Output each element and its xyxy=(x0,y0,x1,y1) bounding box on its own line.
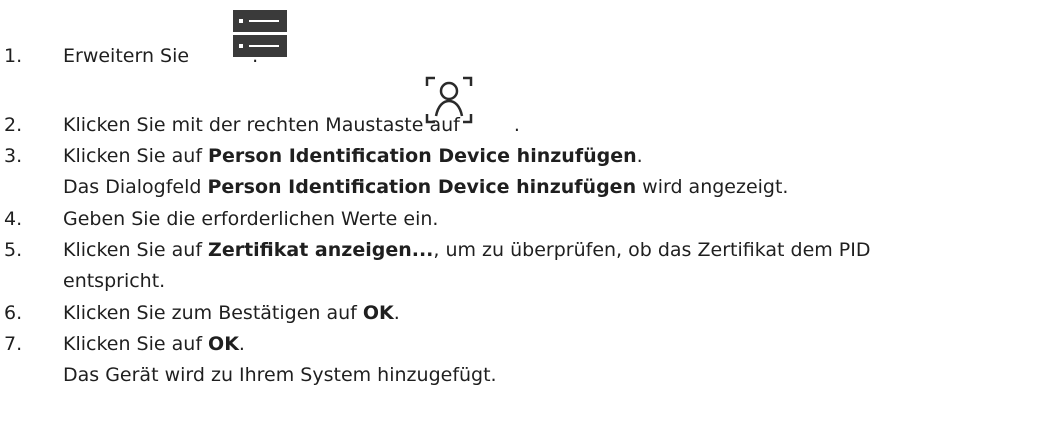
person-identification-icon xyxy=(425,76,473,124)
server-list-icon xyxy=(233,10,287,57)
step-text: Erweitern Sie. xyxy=(63,45,258,67)
step-text: Klicken Sie auf Person Identification De… xyxy=(63,145,643,167)
instruction-list: 1. Erweitern Sie. 2. Klicken Sie mit der… xyxy=(0,0,1041,432)
step-text: Klicken Sie zum Bestätigen auf OK. xyxy=(63,302,400,324)
step-number: 5. xyxy=(4,239,23,261)
step-number: 3. xyxy=(4,145,23,167)
step-number: 4. xyxy=(4,208,23,230)
step-text: Geben Sie die erforderlichen Werte ein. xyxy=(63,208,439,230)
step-number: 2. xyxy=(4,114,23,136)
step-text: Klicken Sie auf Zertifikat anzeigen..., … xyxy=(63,239,871,261)
step-number: 6. xyxy=(4,302,23,324)
step-number: 7. xyxy=(4,333,23,355)
step-number: 1. xyxy=(4,45,23,67)
step-text: Klicken Sie auf OK. xyxy=(63,333,245,355)
